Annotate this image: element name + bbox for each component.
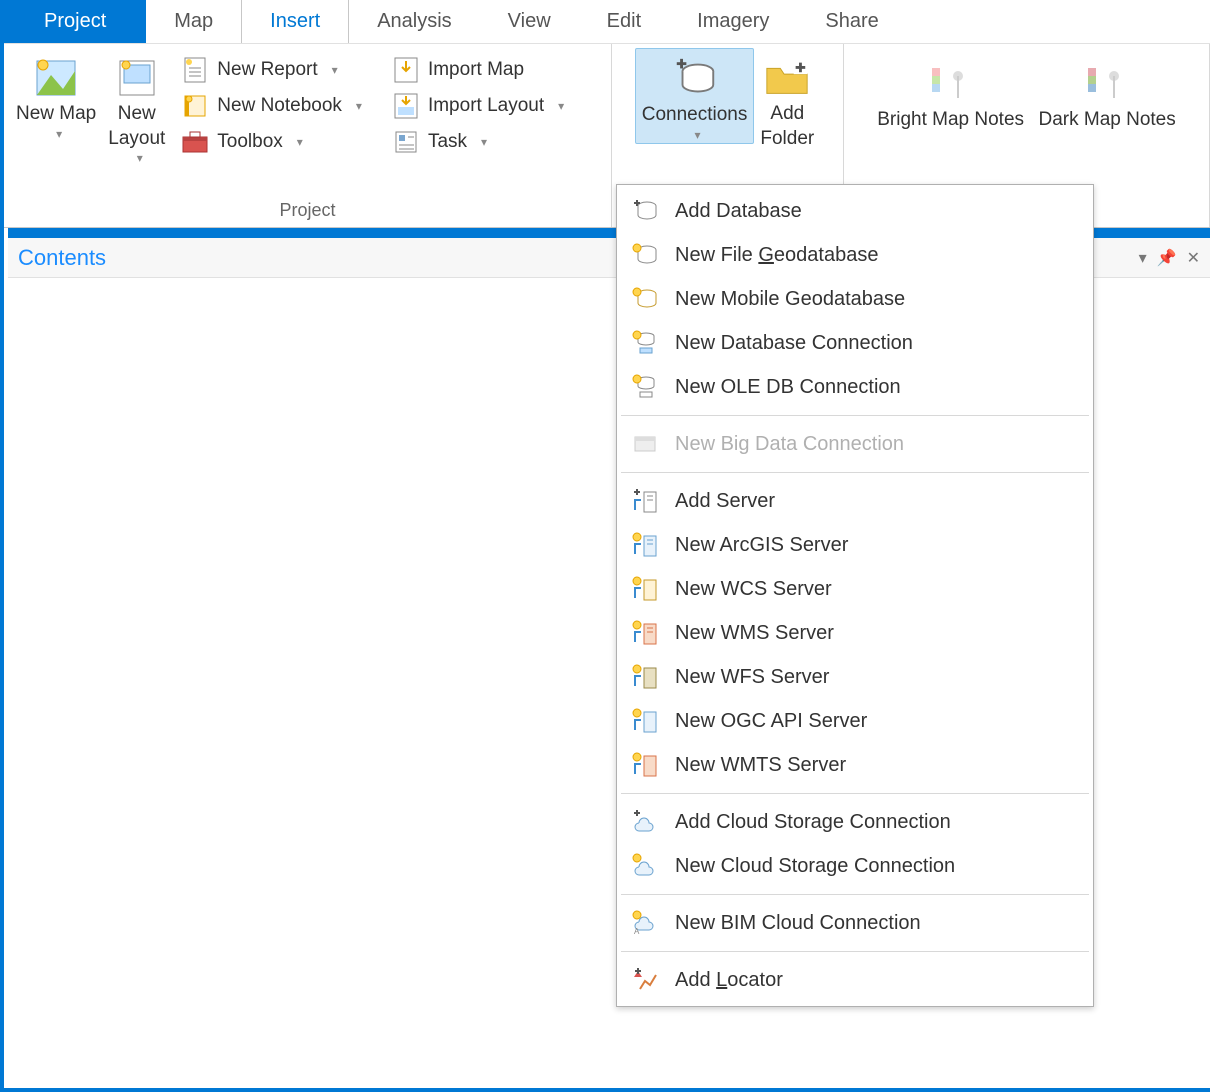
svg-text:A: A: [634, 927, 640, 936]
menu-new-ole-db-connection[interactable]: New OLE DB Connection: [617, 365, 1093, 409]
notebook-icon: [181, 92, 209, 120]
ole-db-icon: [631, 373, 659, 401]
big-data-icon: [631, 430, 659, 458]
dark-map-notes-button[interactable]: Dark Map Notes: [1032, 54, 1181, 133]
menu-add-locator[interactable]: Add Locator: [617, 958, 1093, 1002]
bim-cloud-icon: A: [631, 909, 659, 937]
menu-add-server[interactable]: Add Server: [617, 479, 1093, 523]
wcs-server-icon: [631, 575, 659, 603]
new-map-button[interactable]: New Map: [10, 48, 102, 142]
mobile-geodatabase-icon: [631, 285, 659, 313]
new-report-button[interactable]: New Report: [175, 54, 368, 86]
tab-view[interactable]: View: [480, 0, 579, 43]
menu-add-locator-label: Add Locator: [675, 969, 783, 992]
menu-add-database[interactable]: Add Database: [617, 189, 1093, 233]
layout-icon: [113, 54, 161, 102]
menu-separator: [621, 951, 1089, 952]
menu-new-bim-cloud[interactable]: A New BIM Cloud Connection: [617, 901, 1093, 945]
pane-close-icon[interactable]: ✕: [1187, 248, 1200, 268]
menu-new-big-data-connection: New Big Data Connection: [617, 422, 1093, 466]
menu-separator: [621, 472, 1089, 473]
import-map-icon: [392, 56, 420, 84]
connections-menu: Add Database New File Geodatabase New Mo…: [616, 184, 1094, 1007]
tab-edit[interactable]: Edit: [579, 0, 669, 43]
bright-map-notes-button[interactable]: Bright Map Notes: [871, 54, 1030, 133]
app-window: Project Map Insert Analysis View Edit Im…: [0, 0, 1210, 1092]
menu-new-wmts-server[interactable]: New WMTS Server: [617, 743, 1093, 787]
menu-separator: [621, 894, 1089, 895]
new-map-label: New Map: [16, 102, 96, 127]
menu-new-ogc-api-server[interactable]: New OGC API Server: [617, 699, 1093, 743]
add-folder-icon: [763, 54, 811, 102]
locator-icon: [631, 966, 659, 994]
menu-new-wms-server[interactable]: New WMS Server: [617, 611, 1093, 655]
wmts-server-icon: [631, 751, 659, 779]
cloud-storage-new-icon: [631, 852, 659, 880]
ogc-server-icon: [631, 707, 659, 735]
pane-title: Contents: [18, 245, 106, 271]
new-layout-button[interactable]: NewLayout: [102, 48, 171, 167]
map-icon: [32, 54, 80, 102]
add-server-icon: [631, 487, 659, 515]
database-add-icon: [631, 197, 659, 225]
pane-menu-icon[interactable]: ▾: [1139, 248, 1147, 268]
menu-new-file-geodatabase[interactable]: New File Geodatabase: [617, 233, 1093, 277]
dark-notes-icon: [1083, 60, 1131, 108]
menu-new-wcs-server[interactable]: New WCS Server: [617, 567, 1093, 611]
import-layout-button[interactable]: Import Layout: [386, 90, 570, 122]
menu-new-file-geodatabase-label: New File Geodatabase: [675, 244, 878, 267]
toolbox-icon: [181, 128, 209, 156]
toolbox-button[interactable]: Toolbox: [175, 126, 368, 158]
pane-pin-icon[interactable]: 📌: [1157, 248, 1177, 268]
group-project-label: Project: [10, 196, 605, 227]
tab-share[interactable]: Share: [797, 0, 906, 43]
import-layout-icon: [392, 92, 420, 120]
tab-insert[interactable]: Insert: [241, 0, 349, 43]
connections-button[interactable]: Connections: [635, 48, 755, 144]
import-map-button[interactable]: Import Map: [386, 54, 570, 86]
group-project: New Map NewLayout New Report New Noteboo…: [4, 44, 612, 227]
menu-new-arcgis-server[interactable]: New ArcGIS Server: [617, 523, 1093, 567]
tab-imagery[interactable]: Imagery: [669, 0, 797, 43]
tab-analysis[interactable]: Analysis: [349, 0, 479, 43]
connections-icon: [671, 55, 719, 103]
tab-map[interactable]: Map: [146, 0, 241, 43]
ribbon-tabs: Project Map Insert Analysis View Edit Im…: [4, 0, 1210, 44]
tab-project[interactable]: Project: [4, 0, 146, 43]
task-icon: [392, 128, 420, 156]
cloud-storage-add-icon: [631, 808, 659, 836]
menu-new-cloud-storage[interactable]: New Cloud Storage Connection: [617, 844, 1093, 888]
task-button[interactable]: Task: [386, 126, 570, 158]
database-connection-icon: [631, 329, 659, 357]
file-geodatabase-icon: [631, 241, 659, 269]
bright-notes-icon: [927, 60, 975, 108]
menu-new-database-connection[interactable]: New Database Connection: [617, 321, 1093, 365]
new-notebook-button[interactable]: New Notebook: [175, 90, 368, 122]
report-icon: [181, 56, 209, 84]
add-folder-button[interactable]: AddFolder: [754, 48, 820, 151]
add-folder-label: AddFolder: [760, 102, 814, 151]
wfs-server-icon: [631, 663, 659, 691]
new-layout-label: NewLayout: [108, 102, 165, 151]
wms-server-icon: [631, 619, 659, 647]
menu-separator: [621, 415, 1089, 416]
menu-add-cloud-storage[interactable]: Add Cloud Storage Connection: [617, 800, 1093, 844]
menu-new-mobile-geodatabase[interactable]: New Mobile Geodatabase: [617, 277, 1093, 321]
menu-new-wfs-server[interactable]: New WFS Server: [617, 655, 1093, 699]
menu-separator: [621, 793, 1089, 794]
arcgis-server-icon: [631, 531, 659, 559]
